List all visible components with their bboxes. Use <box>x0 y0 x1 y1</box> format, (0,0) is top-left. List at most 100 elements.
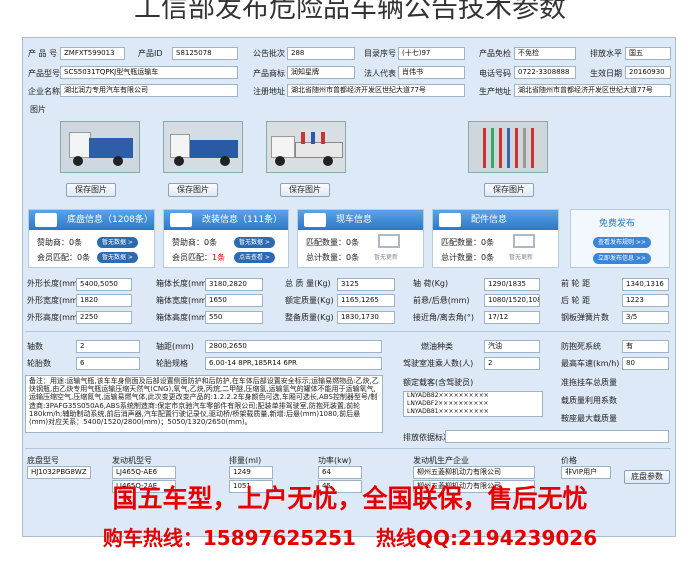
exempt-label: 产品免检 <box>479 49 511 58</box>
modify-card-title: 改装信息（111条） <box>202 215 283 225</box>
tire-count-label: 轮胎数 <box>27 359 51 368</box>
width-field[interactable]: 1820 <box>76 294 132 307</box>
emission-std-field[interactable] <box>445 430 669 443</box>
box-width-field[interactable]: 1650 <box>205 294 263 307</box>
chassis-sponsor-button[interactable]: 暂无数据 > <box>97 237 138 248</box>
max-speed-label: 最高车速(km/h) <box>561 359 620 368</box>
parts-info-card[interactable]: 配件信息 匹配数量：0条 总计数量：0条 暂无更新 <box>432 209 559 268</box>
gross-mass-field[interactable]: 3125 <box>337 278 395 291</box>
cab-seats-field[interactable]: 2 <box>484 357 540 370</box>
height-field[interactable]: 2250 <box>76 311 132 324</box>
save-photo-button-3[interactable]: 保存图片 <box>280 183 330 197</box>
legal-rep-field[interactable]: 肖伟书 <box>398 66 465 79</box>
power-field-1[interactable]: 64 <box>318 466 362 479</box>
batch-field[interactable]: 288 <box>287 47 355 60</box>
angle-field[interactable]: 17/12 <box>484 311 540 324</box>
engine-maker-field-1[interactable]: 柳州五菱柳机动力有限公司 <box>413 466 535 479</box>
leaf-spring-field[interactable]: 3/5 <box>622 311 669 324</box>
gross-mass-label: 总 质 量(Kg) <box>285 279 331 288</box>
parts-card-title: 配件信息 <box>471 215 508 225</box>
save-photo-button-2[interactable]: 保存图片 <box>168 183 218 197</box>
length-label: 外形长度(mm) <box>27 279 81 288</box>
rear-track-field[interactable]: 1223 <box>622 294 669 307</box>
box-truck-icon <box>170 213 192 227</box>
length-field[interactable]: 5400,5050 <box>76 278 132 291</box>
leaf-spring-label: 钢板弹簧片数 <box>561 313 609 322</box>
chassis-info-card[interactable]: 底盘信息（1208条） 赞助商：0条 暂无数据 > 会员匹配：0条 暂无数据 > <box>28 209 155 268</box>
car-total: 总计数量：0条 <box>306 253 360 262</box>
chassis-member: 会员匹配：0条 <box>37 253 91 262</box>
displacement-field-1[interactable]: 1249 <box>229 466 273 479</box>
promo-banner: 国五车型，上户无忧，全国联保，售后无忧 <box>112 484 588 513</box>
box-height-label: 箱体高度(mm) <box>156 313 210 322</box>
divider <box>25 448 671 449</box>
publish-now-button[interactable]: 立即发布信息 >> <box>593 253 651 264</box>
product-no-field[interactable]: ZMFXT599013 <box>60 47 125 60</box>
modify-info-card[interactable]: 改装信息（111条） 赞助商：0条 暂无数据 > 会员匹配：1条 点击查看 > <box>163 209 289 268</box>
model-field[interactable]: SCS5031TQPKJ型气瓶运输车 <box>60 66 238 79</box>
rear-track-label: 后 轮 距 <box>561 296 591 305</box>
car-match: 匹配数量：0条 <box>306 238 360 247</box>
curb-mass-field[interactable]: 1830,1730 <box>337 311 395 324</box>
tire-spec-field[interactable]: 6.00-14 8PR,185R14 6PR <box>205 357 382 370</box>
product-id-field[interactable]: S8125078 <box>172 47 238 60</box>
box-width-label: 箱体宽度(mm) <box>156 296 210 305</box>
catalog-field[interactable]: (十七)97 <box>398 47 465 60</box>
emission-field[interactable]: 国五 <box>625 47 671 60</box>
free-publish-card[interactable]: 免费发布 查看发布规则 >> 立即发布信息 >> <box>570 209 670 268</box>
vehicle-photo-1[interactable] <box>60 121 140 173</box>
emission-label: 排放水平 <box>590 49 622 58</box>
reg-address-field[interactable]: 湖北省随州市曾都经济开发区世纪大道77号 <box>287 84 465 97</box>
list-search-icon <box>513 234 535 248</box>
fuel-type-field[interactable]: 汽油 <box>484 340 540 353</box>
modify-member: 会员匹配：1条 <box>172 252 225 263</box>
exempt-field[interactable]: 不免检 <box>514 47 576 60</box>
chassis-model-field[interactable]: HJ1032PBG8WZ <box>27 466 91 479</box>
car-card-title: 现车信息 <box>336 215 373 225</box>
rated-mass-field[interactable]: 1165,1265 <box>337 294 395 307</box>
vin-field[interactable]: LNYADB82×××××××××× LNYADBF2×××××××××× LN… <box>403 391 543 417</box>
tire-count-field[interactable]: 6 <box>76 357 140 370</box>
overhang-field[interactable]: 1080/1520,1080 <box>484 294 540 307</box>
load-factor-label: 载质量利用系数 <box>561 396 617 405</box>
modify-card-header: 改装信息（111条） <box>164 210 288 230</box>
brand-field[interactable]: 润知星牌 <box>287 66 355 79</box>
front-track-field[interactable]: 1340,1316 <box>622 278 669 291</box>
view-rules-button[interactable]: 查看发布规则 >> <box>593 237 651 248</box>
save-photo-button-1[interactable]: 保存图片 <box>66 183 116 197</box>
modify-sponsor-button[interactable]: 暂无数据 > <box>234 237 275 248</box>
car-info-card[interactable]: 现车信息 匹配数量：0条 总计数量：0条 暂无更新 <box>297 209 424 268</box>
abs-field[interactable]: 有 <box>622 340 669 353</box>
front-track-label: 前 轮 距 <box>561 279 591 288</box>
car-empty-note: 暂无更新 <box>374 254 399 261</box>
vehicle-photo-2[interactable] <box>163 121 243 173</box>
vehicle-photo-3[interactable] <box>266 121 346 173</box>
overhang-label: 前悬/后悬(mm) <box>413 296 470 305</box>
axle-load-field[interactable]: 1290/1835 <box>484 278 540 291</box>
emission-std-label: 排放依据标准 <box>403 433 451 442</box>
box-height-field[interactable]: 550 <box>205 311 263 324</box>
axle-count-field[interactable]: 2 <box>76 340 140 353</box>
effective-date-field[interactable]: 20160930 <box>625 66 671 79</box>
hotline-banner: 购车热线：15897625251 热线QQ:2194239026 <box>102 526 598 550</box>
box-length-field[interactable]: 3180,2820 <box>205 278 263 291</box>
max-speed-field[interactable]: 80 <box>622 357 669 370</box>
prod-address-field[interactable]: 湖北省随州市曾都经济开发区世纪大道77号 <box>514 84 671 97</box>
box-length-label: 箱体长度(mm) <box>156 279 210 288</box>
notes-box[interactable]: 备注：用途:运输气瓶,该车车身侧面及后部设置侧面防护和后防护,在车体后部设置安全… <box>25 375 383 433</box>
phone-field[interactable]: 0722-3308888 <box>514 66 576 79</box>
modify-member-button[interactable]: 点击查看 > <box>234 252 275 263</box>
chassis-member-button[interactable]: 暂无数据 > <box>97 252 138 263</box>
price-field[interactable]: 非VIP用户 <box>561 466 611 479</box>
axle-load-label: 轴 荷(Kg) <box>413 279 449 288</box>
engine-model-field-1[interactable]: LJ465Q-AE6 <box>112 466 176 479</box>
parts-card-header: 配件信息 <box>433 210 558 230</box>
company-field[interactable]: 湖北润力专用汽车有限公司 <box>60 84 238 97</box>
vehicle-photo-4[interactable] <box>468 121 548 173</box>
brand-label: 产品商标 <box>253 69 285 78</box>
wheelbase-field[interactable]: 2800,2650 <box>205 340 382 353</box>
modify-member-count: 1条 <box>212 253 226 262</box>
save-photo-button-4[interactable]: 保存图片 <box>484 183 534 197</box>
modify-member-label: 会员匹配： <box>172 253 212 262</box>
height-label: 外形高度(mm) <box>27 313 81 322</box>
